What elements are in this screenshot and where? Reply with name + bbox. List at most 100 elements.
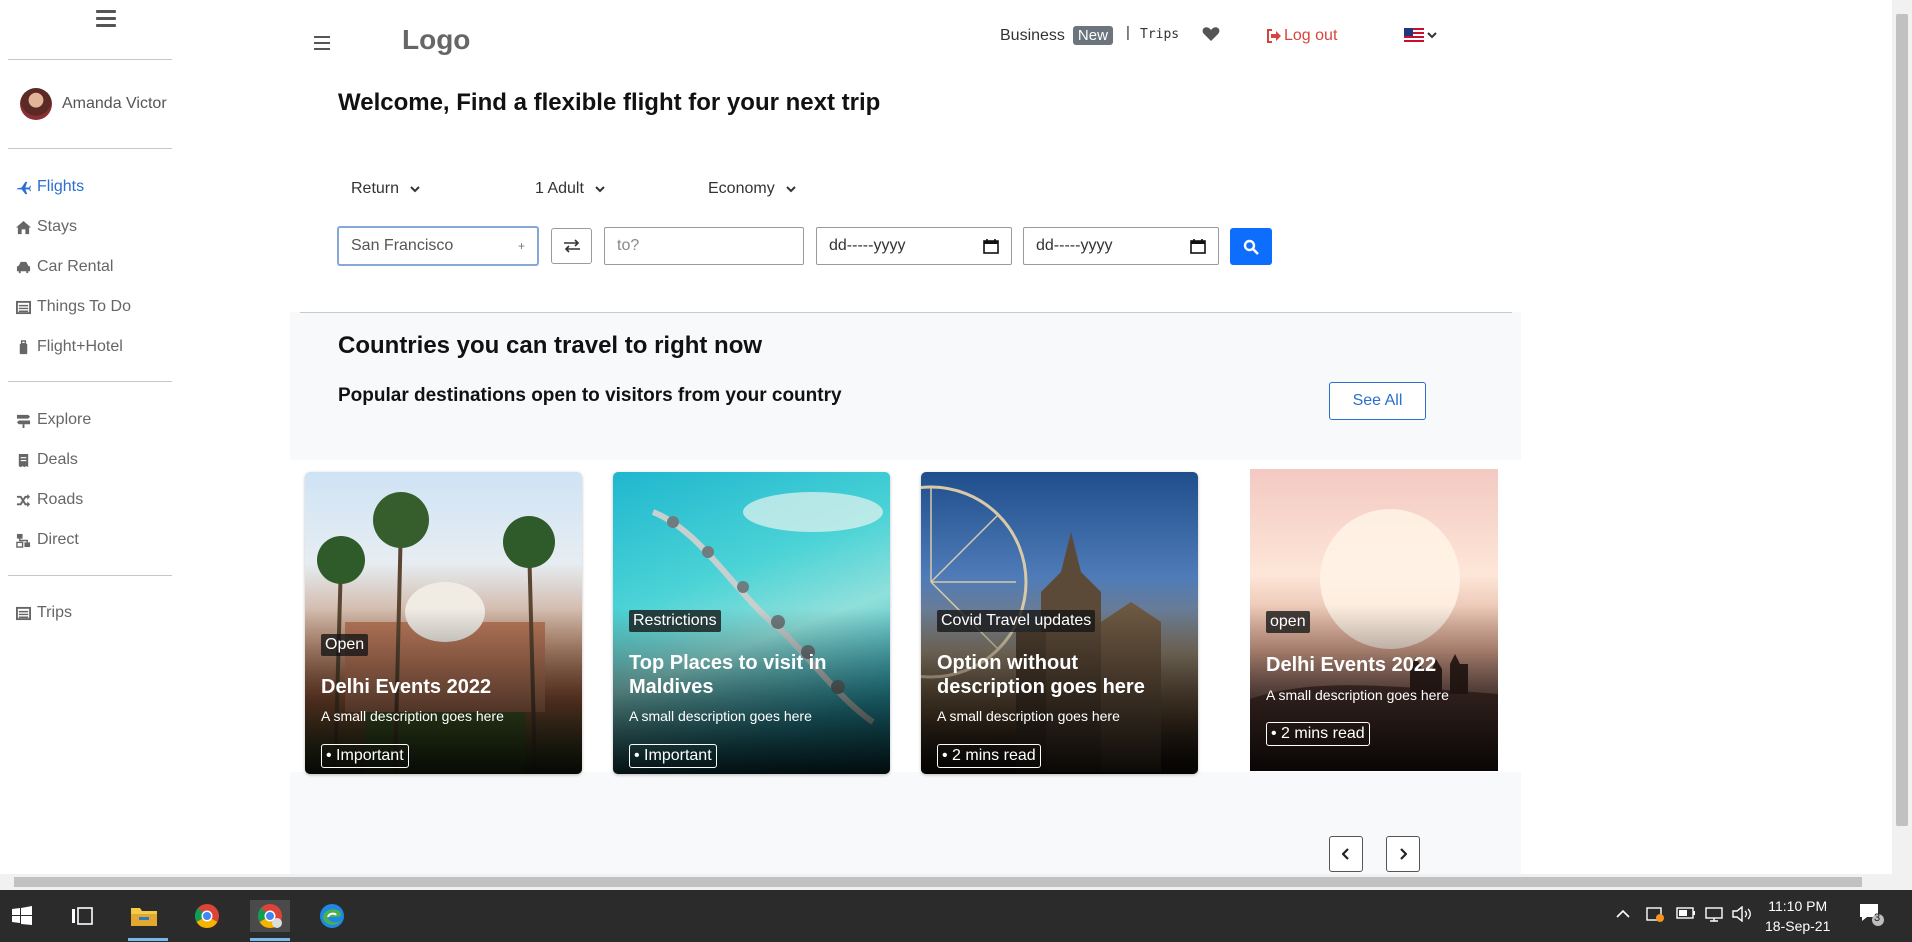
card-title: Option without description goes here bbox=[937, 652, 1145, 698]
sidebar-menu-icon[interactable] bbox=[96, 10, 116, 30]
passengers-select[interactable]: 1 Adult bbox=[535, 180, 606, 198]
origin-add-icon[interactable]: + bbox=[518, 239, 525, 253]
chevron-down-icon bbox=[410, 186, 420, 193]
sidebar-item-label: Flight+Hotel bbox=[37, 338, 123, 355]
card-pill: • Important bbox=[629, 744, 717, 768]
sidebar-item-label: Direct bbox=[37, 531, 79, 548]
sidebar-user[interactable]: Amanda Victor bbox=[20, 88, 167, 120]
sidebar-item-trips[interactable]: Trips bbox=[16, 601, 72, 625]
sidebar-item-flights[interactable]: Flights bbox=[16, 175, 84, 199]
depart-date-input[interactable]: dd-----yyyy bbox=[816, 227, 1012, 265]
card-title: Delhi Events 2022 bbox=[321, 676, 492, 698]
signs-icon bbox=[16, 414, 31, 428]
logout-link[interactable]: Log out bbox=[1266, 27, 1337, 45]
battery-icon[interactable] bbox=[1676, 906, 1696, 922]
return-date-input[interactable]: dd-----yyyy bbox=[1023, 227, 1219, 265]
user-name: Amanda Victor bbox=[62, 95, 167, 112]
search-icon bbox=[1243, 239, 1259, 255]
destination-card[interactable]: Restrictions Top Places to visit in Mald… bbox=[613, 472, 890, 774]
sidebar-item-label: Explore bbox=[37, 411, 92, 428]
sidebar-item-deals[interactable]: Deals bbox=[16, 448, 78, 472]
notifications-icon[interactable]: 3 bbox=[1858, 902, 1884, 929]
edge-icon[interactable] bbox=[316, 900, 348, 932]
destination-card[interactable]: open Delhi Events 2022 A small descripti… bbox=[1250, 469, 1498, 771]
taskbar: 11:10 PM 18-Sep-21 3 bbox=[0, 890, 1912, 942]
chevron-down-icon bbox=[595, 186, 605, 193]
task-view-icon[interactable] bbox=[66, 900, 98, 932]
sidebar-item-label: Deals bbox=[37, 451, 78, 468]
sidebar-item-explore[interactable]: Explore bbox=[16, 408, 91, 432]
us-flag-icon bbox=[1404, 28, 1424, 42]
file-explorer-icon[interactable] bbox=[128, 900, 160, 932]
destination-card[interactable]: Covid Travel updates Option without desc… bbox=[921, 472, 1198, 774]
volume-icon[interactable] bbox=[1732, 905, 1752, 925]
calendar-icon[interactable] bbox=[1190, 238, 1206, 254]
sidebar-item-label: Car Rental bbox=[37, 258, 114, 275]
sidebar-item-stays[interactable]: Stays bbox=[16, 215, 77, 239]
sidebar-divider bbox=[8, 381, 172, 382]
depart-date-value: dd-----yyyy bbox=[829, 237, 906, 254]
cabin-class-select[interactable]: Economy bbox=[708, 180, 797, 198]
sidebar: Amanda Victor Flights Stays Car Rental T… bbox=[0, 0, 180, 874]
language-selector[interactable] bbox=[1404, 28, 1437, 42]
passengers-value: 1 Adult bbox=[535, 180, 584, 197]
home-icon bbox=[16, 220, 31, 234]
origin-value: San Francisco bbox=[351, 237, 454, 254]
calendar-icon[interactable] bbox=[983, 238, 999, 254]
network-icon[interactable] bbox=[1704, 906, 1724, 925]
destination-input[interactable]: to? bbox=[604, 227, 804, 265]
see-all-button[interactable]: See All bbox=[1329, 382, 1426, 420]
destination-card[interactable]: Open Delhi Events 2022 A small descripti… bbox=[305, 472, 582, 774]
chevron-down-icon bbox=[785, 186, 796, 193]
sidebar-item-direct[interactable]: Direct bbox=[16, 528, 79, 552]
return-date-value: dd-----yyyy bbox=[1036, 237, 1113, 254]
sidebar-item-label: Flights bbox=[37, 178, 85, 195]
section-divider bbox=[300, 312, 1512, 313]
nav-business-link[interactable]: Business New bbox=[1000, 26, 1113, 45]
receipt-icon bbox=[18, 453, 29, 467]
windows-start-icon[interactable] bbox=[6, 900, 38, 932]
sidebar-item-roads[interactable]: Roads bbox=[16, 488, 83, 512]
menu-toggle-icon[interactable] bbox=[314, 36, 330, 50]
chrome-icon[interactable] bbox=[191, 900, 223, 932]
card-pill: • Important bbox=[321, 744, 409, 768]
destination-placeholder: to? bbox=[617, 237, 640, 254]
nav-separator: | bbox=[1126, 24, 1130, 41]
heart-icon[interactable] bbox=[1202, 26, 1220, 42]
swap-button[interactable] bbox=[551, 228, 592, 264]
scrollbar-thumb[interactable] bbox=[14, 877, 1862, 887]
new-badge: New bbox=[1072, 26, 1113, 45]
scrollbar-thumb[interactable] bbox=[1896, 14, 1908, 826]
origin-input[interactable]: San Francisco + bbox=[338, 227, 538, 265]
avatar bbox=[20, 88, 52, 120]
card-description: A small description goes here bbox=[1266, 687, 1449, 703]
trip-type-value: Return bbox=[351, 180, 400, 197]
logo[interactable]: Logo bbox=[402, 24, 470, 56]
clock-date: 18-Sep-21 bbox=[1765, 918, 1831, 934]
sidebar-divider bbox=[8, 59, 172, 60]
card-description: A small description goes here bbox=[937, 708, 1120, 724]
taskbar-active-indicator bbox=[128, 938, 168, 941]
chevron-left-icon bbox=[1342, 848, 1349, 860]
card-status-tag: Covid Travel updates bbox=[937, 610, 1096, 632]
chevron-down-icon bbox=[1427, 32, 1437, 39]
carousel-prev-button[interactable] bbox=[1329, 836, 1363, 872]
destinations-subheading: Popular destinations open to visitors fr… bbox=[338, 385, 842, 406]
tray-chevron-up-icon[interactable] bbox=[1616, 906, 1630, 922]
horizontal-scrollbar[interactable] bbox=[0, 874, 1892, 890]
system-clock[interactable]: 11:10 PM 18-Sep-21 bbox=[1765, 896, 1830, 936]
tray-app-icon[interactable] bbox=[1646, 906, 1664, 925]
card-status-tag: open bbox=[1266, 611, 1310, 633]
sidebar-item-car-rental[interactable]: Car Rental bbox=[16, 255, 113, 279]
carousel-next-button[interactable] bbox=[1386, 836, 1420, 872]
search-button[interactable] bbox=[1230, 228, 1272, 265]
nav-trips-link[interactable]: Trips bbox=[1140, 27, 1179, 42]
sidebar-item-flight-hotel[interactable]: Flight+Hotel bbox=[16, 335, 123, 359]
list-icon bbox=[16, 606, 31, 620]
logout-label: Log out bbox=[1284, 27, 1338, 44]
sidebar-item-things-to-do[interactable]: Things To Do bbox=[16, 295, 131, 319]
cabin-class-value: Economy bbox=[708, 180, 775, 197]
vertical-scrollbar[interactable] bbox=[1892, 0, 1912, 874]
trip-type-select[interactable]: Return bbox=[351, 180, 421, 198]
chrome-profile-icon[interactable] bbox=[250, 900, 290, 932]
